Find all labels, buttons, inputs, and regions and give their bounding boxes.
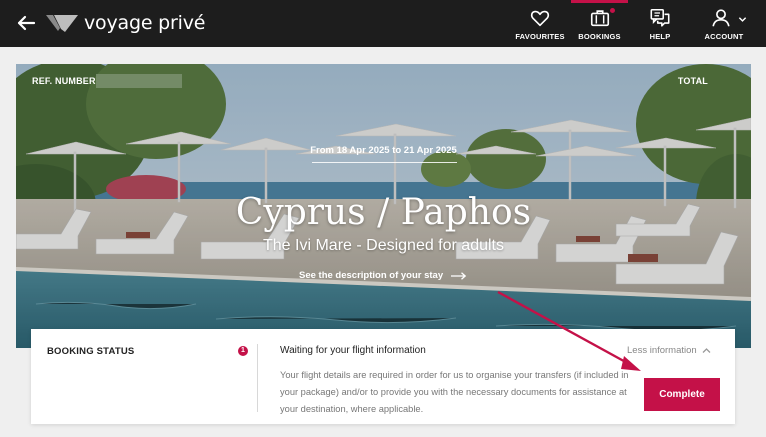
ref-number-redacted — [96, 74, 182, 88]
nav-account-label: ACCOUNT — [704, 32, 744, 41]
chevron-up-icon — [702, 348, 711, 353]
suitcase-icon — [590, 10, 609, 27]
nav-bookings[interactable]: BOOKINGS — [571, 0, 628, 47]
stay-dates: From 18 Apr 2025 to 21 Apr 2025 — [310, 145, 457, 156]
status-details-text: Your flight details are required in orde… — [280, 370, 629, 414]
notification-dot — [610, 8, 615, 13]
chevron-down-icon — [738, 17, 747, 22]
nav-favourites-label: FAVOURITES — [515, 32, 565, 41]
ref-number-label: REF. NUMBER — [32, 76, 96, 86]
nav-help-label: HELP — [649, 32, 671, 41]
logo-mark-icon — [46, 15, 78, 32]
dates-underline — [312, 162, 457, 163]
complete-button[interactable]: Complete — [644, 378, 720, 411]
nav-account[interactable]: ACCOUNT — [696, 0, 752, 47]
status-count-badge: 1 — [238, 346, 248, 356]
less-information-toggle[interactable]: Less information — [627, 345, 711, 356]
top-navigation-bar: voyage privé FAVOURITES BOOKINGS HELP AC… — [0, 0, 766, 47]
nav-bookings-label: BOOKINGS — [578, 32, 621, 41]
arrow-right-icon — [451, 271, 467, 280]
less-information-label: Less information — [627, 345, 697, 356]
nav-favourites[interactable]: FAVOURITES — [514, 0, 566, 47]
heart-icon — [530, 10, 550, 27]
total-label: TOTAL — [677, 76, 708, 86]
stay-description-link[interactable]: See the description of your stay — [299, 270, 467, 281]
nav-help[interactable]: HELP — [640, 0, 680, 47]
voyage-prive-logo[interactable]: voyage privé — [45, 11, 205, 35]
booking-status-title: BOOKING STATUS — [47, 346, 135, 357]
hero-image: REF. NUMBER TOTAL From 18 Apr 2025 to 21… — [16, 64, 751, 348]
active-tab-indicator — [571, 0, 628, 3]
destination-title: Cyprus / Paphos — [235, 192, 532, 233]
booking-status-card: BOOKING STATUS 1 Waiting for your flight… — [31, 329, 735, 424]
back-arrow-icon[interactable] — [14, 11, 38, 35]
chat-help-icon — [650, 8, 670, 27]
card-divider — [257, 344, 258, 412]
user-icon — [712, 9, 730, 27]
logo-text: voyage privé — [84, 12, 206, 34]
status-message: Waiting for your flight information — [280, 345, 426, 356]
stay-description-link-text: See the description of your stay — [299, 270, 444, 281]
hotel-name: The Ivi Mare - Designed for adults — [263, 237, 504, 254]
